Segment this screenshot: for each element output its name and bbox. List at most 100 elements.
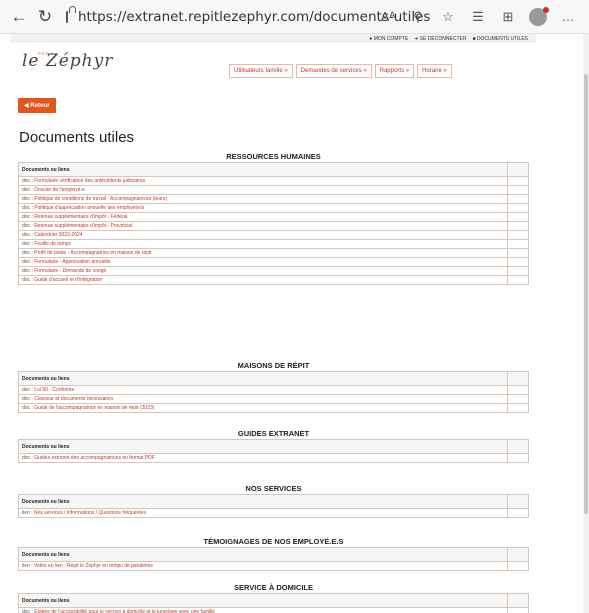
section-title: GUIDES EXTRANET (237, 429, 310, 438)
account-link[interactable]: ● MON COMPTE (369, 36, 408, 42)
collections-icon[interactable]: ⊞ (493, 4, 523, 30)
row-prefix: doc : (22, 232, 33, 238)
document-link[interactable]: Vidéo en lien : Répit le Zéphyr en temps… (34, 563, 153, 569)
address-bar[interactable]: https://extranet.repitlezephyr.com/docum… (66, 4, 430, 30)
document-link[interactable]: Dossier de l'employé.e (34, 187, 84, 193)
section-title: RESSOURCES HUMAINES (226, 152, 321, 161)
table-header-row: Documents ou liens (18, 439, 529, 454)
documents-table: Documents ou liens lien : Nos services / … (18, 494, 529, 518)
table-cell: doc : Dossier de l'employé.e (18, 185, 508, 195)
table-cell: doc : Retenue supplémentaire d'impôt - P… (18, 221, 508, 231)
favorites-list-icon[interactable]: ☰ (463, 4, 493, 30)
document-link[interactable]: Formulaire - Appréciation annuelle (34, 259, 110, 265)
table-cell-empty (507, 239, 529, 249)
section-4: TÉMOIGNAGES DE NOS EMPLOYÉ.E.S Documents … (18, 536, 529, 571)
table-row: doc : Étapes de l'accessibilité pour le … (18, 607, 529, 613)
table-cell-empty (507, 257, 529, 267)
document-link[interactable]: Étapes de l'accessibilité pour le servic… (34, 609, 215, 613)
document-link[interactable]: Politique de conditions de travail - Acc… (34, 196, 167, 202)
table-row: doc : Feuille de temps (18, 239, 529, 249)
column-header: Documents ou liens (18, 162, 508, 177)
column-header-empty (507, 162, 529, 177)
refresh-icon[interactable]: ↻ (32, 4, 58, 30)
table-row: doc : Formulaire vérification des antécé… (18, 176, 529, 186)
row-prefix: doc : (22, 223, 33, 229)
row-prefix: doc : (22, 387, 33, 393)
column-header: Documents ou liens (18, 494, 508, 509)
zoom-icon[interactable]: ⚲ (403, 4, 433, 30)
browser-toolbar: ← ↻ https://extranet.repitlezephyr.com/d… (0, 0, 589, 34)
section-3: NOS SERVICES Documents ou liens lien : Nos… (18, 483, 529, 518)
table-cell: doc : Calendrier 2023-2024 (18, 230, 508, 240)
document-link[interactable]: Formulaire vérification des antécédents … (34, 178, 145, 184)
menu-item-horaire[interactable]: Horaire » (417, 64, 452, 78)
table-cell: doc : Profil de poste - Accompagnatrice … (18, 248, 508, 258)
table-header-row: Documents ou liens (18, 547, 529, 562)
more-icon[interactable]: … (553, 4, 583, 30)
table-cell-empty (507, 203, 529, 213)
scrollbar-thumb[interactable] (584, 74, 588, 514)
table-cell: doc : Guide de l'accompagnatrice en mais… (18, 403, 508, 413)
document-link[interactable]: Retenue supplémentaire d'impôt - Fédéral (34, 214, 127, 220)
document-link[interactable]: Formulaire - Demande de congé (34, 268, 106, 274)
table-cell-empty (507, 221, 529, 231)
document-link[interactable]: Calendrier 2023-2024 (34, 232, 82, 238)
section-2: GUIDES EXTRANET Documents ou liens doc : G… (18, 428, 529, 463)
document-link[interactable]: Nos services / Informations / Questions … (34, 510, 146, 516)
row-prefix: doc : (22, 250, 33, 256)
table-cell-empty (507, 230, 529, 240)
back-arrow-icon[interactable]: ← (6, 4, 32, 30)
table-cell-empty (507, 194, 529, 204)
table-row: lien : Nos services / Informations / Que… (18, 508, 529, 518)
column-header: Documents ou liens (18, 547, 508, 562)
column-header-empty (507, 547, 529, 562)
document-link[interactable]: Classeur et documents nécessaires (34, 396, 113, 402)
section-1: MAISONS DE RÉPIT Documents ou liens doc : … (18, 360, 529, 413)
row-prefix: doc : (22, 396, 33, 402)
document-link[interactable]: Feuille de temps (34, 241, 71, 247)
table-cell: doc : Politique d'appréciation annuelle … (18, 203, 508, 213)
table-cell: lien : Vidéo en lien : Répit le Zéphyr e… (18, 561, 508, 571)
table-header-row: Documents ou liens (18, 162, 529, 177)
favorite-star-icon[interactable]: ☆ (433, 4, 463, 30)
table-cell-empty (507, 453, 529, 463)
document-link[interactable]: Loi 90 - Conforme (34, 387, 74, 393)
page-content: ● MON COMPTE ➜ SE DÉCONNECTER ■ DOCUMENT… (10, 34, 536, 613)
document-link[interactable]: Guide d'accueil et d'intégration (34, 277, 102, 283)
site-header: RÉPIT le Zéphyr Utilisateurs famille » D… (10, 43, 536, 87)
menu-item-rapports[interactable]: Rapports » (374, 64, 415, 78)
menu-item-demandes[interactable]: Demandes de services » (295, 64, 372, 78)
document-link[interactable]: Retenue supplémentaire d'impôt - Provinc… (34, 223, 132, 229)
table-row: doc : Guides extranet des accompagnatric… (18, 453, 529, 463)
table-row: doc : Retenue supplémentaire d'impôt - P… (18, 221, 529, 231)
read-aloud-icon[interactable]: Aᴬ (373, 4, 403, 30)
site-logo[interactable]: le Zéphyr (22, 51, 113, 71)
logout-link[interactable]: ➜ SE DÉCONNECTER (414, 36, 466, 42)
table-row: doc : Profil de poste - Accompagnatrice … (18, 248, 529, 258)
profile-avatar[interactable] (529, 6, 549, 26)
table-cell: doc : Formulaire - Appréciation annuelle (18, 257, 508, 267)
document-link[interactable]: Guide de l'accompagnatrice en maison de … (34, 405, 154, 411)
table-header-row: Documents ou liens (18, 593, 529, 608)
table-cell-empty (507, 561, 529, 571)
documents-link[interactable]: ■ DOCUMENTS UTILES (472, 36, 528, 42)
section-title: NOS SERVICES (245, 484, 302, 493)
table-row: doc : Formulaire - Demande de congé (18, 266, 529, 276)
table-cell-empty (507, 275, 529, 285)
table-cell: doc : Formulaire - Demande de congé (18, 266, 508, 276)
scrollbar[interactable] (583, 34, 589, 613)
table-cell-empty (507, 403, 529, 413)
section-0: RESSOURCES HUMAINES Documents ou liens doc… (18, 151, 529, 285)
row-prefix: lien : (22, 563, 33, 569)
documents-table: Documents ou liens doc : Formulaire vérif… (18, 162, 529, 285)
column-header-empty (507, 371, 529, 386)
document-link[interactable]: Politique d'appréciation annuelle des em… (34, 205, 144, 211)
back-button[interactable]: ◀ Retour (18, 98, 56, 113)
documents-table: Documents ou liens lien : Vidéo en lien :… (18, 547, 529, 571)
table-row: doc : Calendrier 2023-2024 (18, 230, 529, 240)
menu-item-utilisateurs[interactable]: Utilisateurs famille » (229, 64, 293, 78)
column-header: Documents ou liens (18, 371, 508, 386)
document-link[interactable]: Guides extranet des accompagnatrices en … (34, 455, 155, 461)
row-prefix: doc : (22, 214, 33, 220)
document-link[interactable]: Profil de poste - Accompagnatrice en mai… (34, 250, 151, 256)
